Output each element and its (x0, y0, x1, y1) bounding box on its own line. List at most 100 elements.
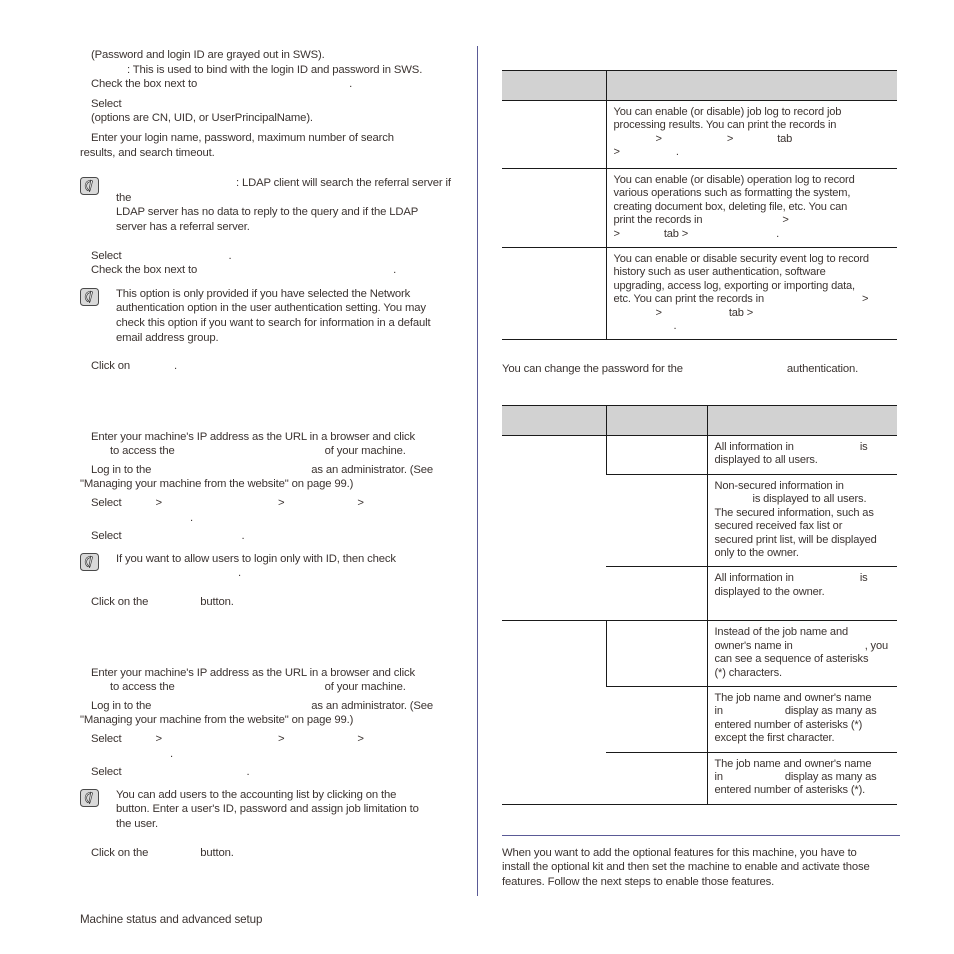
display-row-6-desc: The job name and owner's name in display … (706, 751, 897, 805)
proc1-gt-2: > (277, 497, 285, 510)
display-row-3-d1-tail: is (859, 572, 868, 585)
log-row-3-dot: . (673, 320, 677, 333)
note-icon (80, 552, 99, 571)
password-change-text: You can change the password for the (502, 363, 683, 376)
procedure-one: Enter your machine's IP address as the U… (80, 430, 462, 544)
proc2-gt-1: > (155, 733, 163, 745)
proc2-line-5-text: Select (91, 733, 122, 745)
left-column: (Password and login ID are grayed out in… (80, 48, 462, 860)
display-row-6-col2 (606, 751, 707, 805)
proc2-line-3: Log in to the as an administrator. (See (80, 699, 462, 714)
display-row-6-d2-text: in (714, 770, 724, 783)
table-row: Instead of the job name and owner's name… (502, 620, 897, 805)
display-row-5-col2 (606, 685, 707, 753)
display-row-4-d2-tail: , you (864, 639, 888, 652)
log-row-3-tab: tab > (728, 306, 754, 319)
note-referral-line-1: : LDAP client will search the referral s… (116, 176, 462, 205)
proc1-gt-1: > (155, 497, 163, 510)
log-row-2-dot: . (776, 227, 780, 240)
proc2-gt-3: > (357, 733, 364, 745)
note-login-id-dot: . (238, 567, 241, 580)
proc2-line-2: to access the of your machine. (80, 680, 462, 695)
proc1-line-3: Log in to the as an administrator. (See (80, 463, 462, 478)
proc1-line-6-dot: . (190, 511, 193, 524)
log-row-2-d4: print the records in > (614, 214, 892, 227)
proc1-line-3-tail: as an administrator. (See (311, 463, 434, 476)
display-row-1-d1-text: All information in (714, 441, 794, 454)
note-referral-text: : LDAP client will search the referral s… (116, 176, 462, 234)
proc1-gt-3: > (357, 497, 364, 510)
proc1-line-7-dot: . (241, 530, 245, 543)
document-page: (Password and login ID are grayed out in… (0, 0, 954, 954)
note-accounting-line-2: button. Enter a user's ID, password and … (116, 803, 419, 816)
display-row-3-d2: displayed to the owner. (714, 585, 825, 598)
log-row-1-option (502, 100, 606, 169)
log-options-table: You can enable (or disable) job log to r… (502, 70, 897, 341)
proc1-line-2-text: to access the (110, 445, 175, 458)
procedure-two: Enter your machine's IP address as the U… (80, 666, 462, 780)
log-options-header-option (502, 70, 606, 101)
note-network-auth: This option is only provided if you have… (80, 287, 462, 345)
log-options-header-description (605, 70, 897, 101)
log-row-1-gt3: > (613, 146, 621, 159)
display-row-2-d6: only to the owner. (714, 546, 799, 559)
log-row-3-option (502, 247, 606, 341)
page-footer: Machine status and advanced setup (80, 913, 263, 926)
select-line-dot: . (228, 249, 232, 262)
display-row-3-desc: All information in is displayed to the ow… (706, 566, 897, 622)
log-row-2-gt1: > (782, 214, 789, 227)
note-network-auth-line-2: authentication option in the user authen… (116, 302, 426, 315)
log-row-2-option (502, 167, 606, 249)
log-row-2-tab: tab > (663, 227, 689, 240)
log-options-table-head (502, 70, 897, 101)
display-row-6-d2-tail: display as many as (784, 770, 877, 783)
log-row-3-gt2: > (655, 306, 663, 319)
click-apply-1: Click on the button. (80, 595, 462, 610)
ldap-line-6: Enter your login name, password, maximum… (91, 131, 394, 144)
optional-features-line-3: features. Follow the next steps to enabl… (502, 875, 775, 888)
display-row-1-d2: displayed to all users. (714, 454, 818, 467)
log-row-2-d3: creating document box, deleting file, et… (613, 200, 848, 213)
proc2-line-3-tail: as an administrator. (See (311, 699, 434, 712)
log-row-1-tab: tab (777, 132, 793, 145)
ldap-line-3-text: Check the box next to (91, 78, 198, 91)
display-row-5-d2: in display as many as (715, 705, 892, 718)
table-row: You can enable (or disable) operation lo… (502, 167, 897, 249)
display-row-5-d4: except the first character. (714, 732, 835, 745)
optional-features-line-1: When you want to add the optional featur… (502, 846, 857, 859)
password-change-paragraph: You can change the password for the authe… (502, 362, 900, 377)
display-row-1-d1: All information in is (715, 441, 892, 454)
proc2-line-2-tail: of your machine. (324, 681, 406, 694)
display-options-table-head (502, 405, 897, 437)
note-network-auth-line-1: This option is only provided if you have… (116, 287, 411, 300)
note-icon (80, 788, 99, 807)
display-row-2-d5: secured print list, will be displayed (714, 533, 877, 546)
display-row-6-d3: entered number of asterisks (*). (714, 784, 866, 797)
note-referral-line-3: server has a referral server. (116, 220, 250, 233)
log-row-1-dot: . (675, 146, 679, 159)
display-row-2-d2-text: is displayed to all users. (752, 493, 867, 506)
log-row-1-d4: >. (614, 146, 892, 159)
ldap-line-7: results, and search timeout. (80, 146, 215, 159)
note-icon (80, 287, 99, 306)
note-login-id-line-1: If you want to allow users to login only… (116, 552, 396, 565)
log-row-2-d2: various operations such as formatting th… (613, 187, 851, 200)
note-accounting: You can add users to the accounting list… (80, 788, 462, 832)
ldap-line-2: : This is used to bind with the login ID… (127, 63, 423, 76)
optional-features-line-2: install the optional kit and then set th… (502, 861, 870, 874)
display-options-table: All information in is displayed to all us… (502, 405, 897, 805)
select-line-text: Select (91, 249, 122, 262)
log-row-1-d1: You can enable (or disable) job log to r… (613, 106, 842, 118)
display-row-4-desc: Instead of the job name and owner's name… (706, 620, 897, 687)
note-network-auth-line-3: check this option if you want to search … (116, 316, 431, 329)
display-options-table-body: All information in is displayed to all us… (502, 435, 897, 805)
ldap-line-3: Check the box next to. (80, 77, 462, 92)
click-apply-2-tail: button. (200, 846, 234, 859)
display-row-5-d2-tail: display as many as (784, 705, 877, 718)
display-row-4-d2: owner's name in , you (715, 640, 892, 653)
display-row-1-col2 (605, 435, 707, 475)
select-line: Select. (80, 249, 462, 264)
log-row-1-gt2: > (726, 132, 734, 145)
note-referral-line-1-text: : LDAP client will search the referral s… (116, 177, 451, 204)
display-row-5-d1: The job name and owner's name (714, 691, 872, 704)
